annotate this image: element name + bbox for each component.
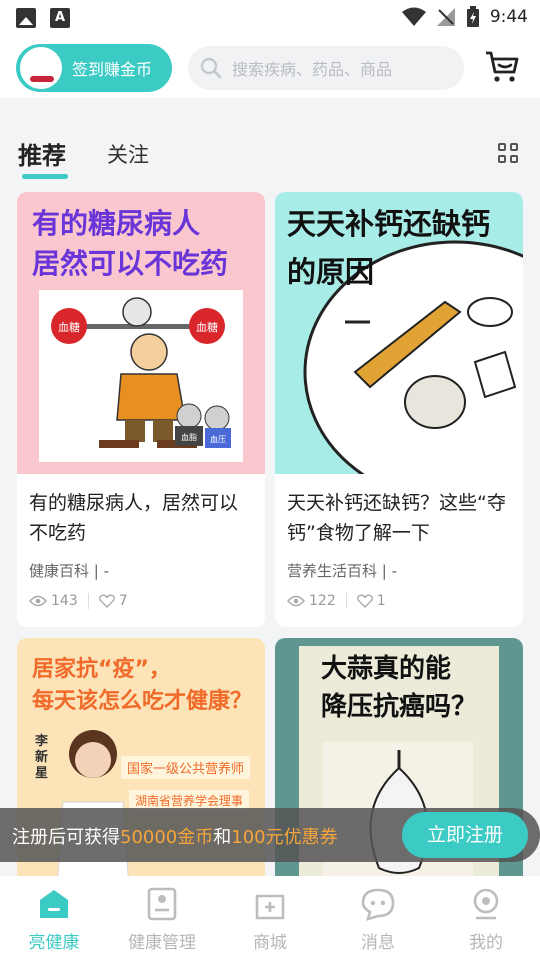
doctor-name: 李新星 (35, 734, 49, 781)
eye-icon (287, 595, 305, 607)
article-card[interactable]: 天天补钙还缺钙 的原因 天天补钙还缺钙？这些“夺钙”食物了解一下 营养生活百科 … (275, 192, 523, 627)
svg-text:血糖: 血糖 (58, 320, 80, 334)
nav-item-health-management[interactable]: 健康管理 (108, 876, 216, 960)
article-cover: 天天补钙还缺钙 的原因 (275, 192, 523, 474)
cart-icon[interactable] (484, 48, 520, 84)
cover-title: 天天补钙还缺钙 的原因 (287, 207, 491, 289)
checkin-label: 签到赚金币 (72, 60, 153, 79)
tab-follow[interactable]: 关注 (107, 139, 149, 169)
bottom-nav: 亮健康 健康管理 商城 消息 我的 (0, 876, 540, 960)
like-count[interactable]: 1 (356, 593, 386, 609)
cover-title: 居家抗“疫”， 每天该怎么吃才健康？ (32, 657, 253, 714)
grid-view-icon[interactable] (498, 143, 518, 163)
register-promo-text: 注册后可获得50000金币和100元优惠券 (12, 827, 338, 848)
article-stats: 143 7 (29, 593, 128, 609)
doctor-portrait-illustration (56, 730, 130, 888)
checkin-button[interactable]: 签到赚金币 (16, 44, 172, 92)
clock: 9:44 (489, 7, 528, 27)
search-placeholder: 搜索疾病、药品、商品 (232, 60, 393, 79)
article-source: 健康百科 | - (29, 562, 110, 580)
battery-charging-icon (466, 6, 479, 27)
cover-title: 大蒜真的能 降压抗癌吗？ (321, 654, 478, 722)
article-title: 天天补钙还缺钙？这些“夺钙”食物了解一下 (287, 492, 506, 544)
search-input[interactable]: 搜索疾病、药品、商品 (188, 46, 464, 90)
health-record-icon (147, 887, 177, 921)
nav-item-profile[interactable]: 我的 (432, 876, 540, 960)
article-stats: 122 1 (287, 593, 386, 609)
svg-text:血脂: 血脂 (181, 432, 197, 442)
top-header: 签到赚金币 搜索疾病、药品、商品 (0, 36, 540, 98)
cover-title: 有的糖尿病人 居然可以不吃药 (32, 207, 229, 280)
image-notification-icon (16, 8, 36, 28)
wifi-icon (401, 7, 426, 26)
cover-badge: 国家一级公共营养师 (121, 756, 251, 779)
svg-text:血糖: 血糖 (196, 320, 218, 334)
nav-item-messages[interactable]: 消息 (324, 876, 432, 960)
mall-icon (255, 894, 285, 920)
status-bar: A 9:44 (0, 0, 540, 36)
article-title: 有的糖尿病人，居然可以不吃药 (29, 492, 239, 544)
message-icon (361, 888, 395, 921)
notification-icons: A (16, 8, 70, 28)
like-count[interactable]: 7 (98, 593, 128, 609)
diabetes-illustration: 血糖 血糖 血脂 血压 (39, 290, 243, 462)
article-cover: 有的糖尿病人 居然可以不吃药 血糖 血糖 血脂 血压 (17, 192, 265, 474)
article-card[interactable]: 有的糖尿病人 居然可以不吃药 血糖 血糖 血脂 血压 有的糖尿病人，居然可以不吃… (17, 192, 265, 627)
no-signal-icon (436, 8, 455, 26)
register-button[interactable]: 立即注册 (402, 812, 528, 858)
system-status: 9:44 (401, 6, 528, 28)
avatar (20, 47, 62, 89)
eye-icon (29, 595, 47, 607)
heart-icon (356, 594, 373, 608)
view-count: 122 (287, 593, 336, 609)
nav-item-home[interactable]: 亮健康 (0, 876, 108, 960)
tab-recommend[interactable]: 推荐 (18, 136, 66, 171)
article-source: 营养生活百科 | - (287, 562, 398, 580)
profile-icon (473, 888, 499, 920)
svg-text:血压: 血压 (210, 434, 226, 444)
register-banner: 注册后可获得50000金币和100元优惠券 立即注册 (0, 808, 540, 862)
feed-tabs: 推荐 关注 (0, 98, 540, 182)
tab-active-indicator (22, 174, 68, 179)
search-icon (200, 57, 222, 79)
home-icon (40, 890, 68, 918)
view-count: 143 (29, 593, 78, 609)
heart-icon (98, 594, 115, 608)
text-notification-icon: A (50, 8, 70, 28)
nav-item-mall[interactable]: 商城 (216, 876, 324, 960)
